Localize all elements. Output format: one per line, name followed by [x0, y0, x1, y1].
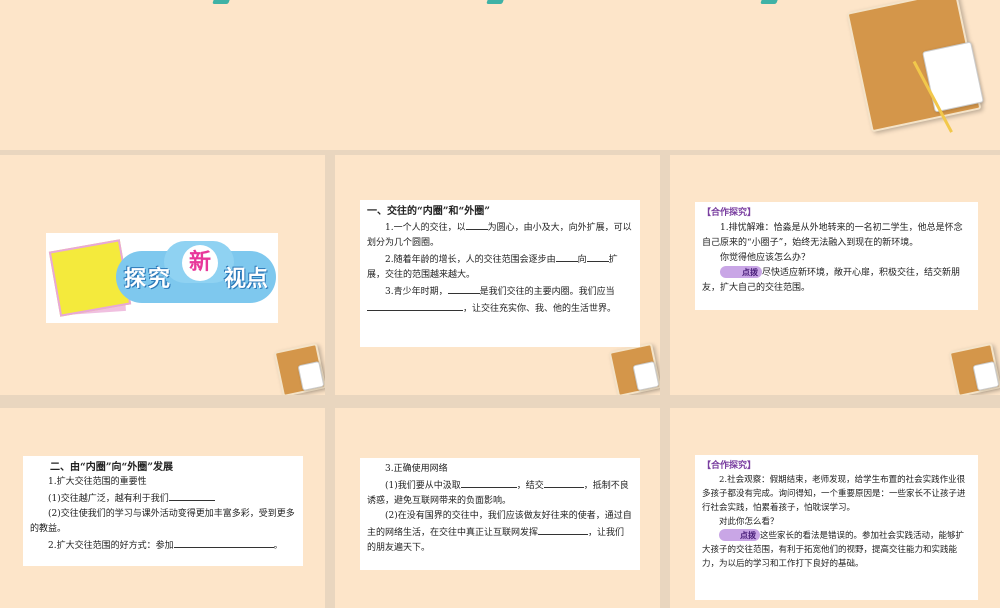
paragraph: 1.排忧解难：恰淼是从外地转来的一名初二学生，他总是怀念自己原来的“小圈子”，始… — [702, 223, 963, 248]
slide-large-preview[interactable] — [0, 0, 1000, 150]
paragraph: (1)我们要从中汲取 ，结交 ，抵制不良诱惑，避免互联网带来的负面影响。 — [367, 477, 633, 509]
section-heading: 一、交往的“内圈”和“外圈” — [367, 206, 491, 217]
slide-6-content: 【合作探究】 2.社会观察：假期结束，老师发现，给学生布置的社会实践作业很多孩子… — [695, 455, 978, 600]
question: 你觉得他应该怎么办？ — [720, 253, 811, 263]
paragraph: 2.社会观察：假期结束，老师发现，给学生布置的社会实践作业很多孩子都没有完成。询… — [702, 475, 966, 513]
cooperation-tag: 【合作探究】 — [702, 208, 757, 218]
paragraph: 2.随着年龄的增长，人的交往范围会逐步由向扩展，交往的范围越来越大。 — [367, 251, 633, 283]
banner-title: 探究 — [124, 267, 173, 292]
question: 对此你怎么看？ — [719, 517, 779, 527]
paragraph: (2)交往使我们的学习与课外活动变得更加丰富多彩，受到更多的教益。 — [30, 509, 295, 534]
banner-suffix: 视点 — [224, 267, 269, 292]
teal-accent-shape — [486, 0, 506, 4]
paragraph: (2)在没有国界的交往中，我们应该做友好往来的使者，通过自主的网络生活，在交往中… — [367, 511, 632, 553]
paragraph: (1)交往越广泛，越有利于我们 — [30, 490, 296, 507]
hint-badge: 点拨 — [719, 529, 760, 541]
cooperation-tag: 【合作探究】 — [702, 461, 757, 471]
notebook-decoration — [840, 0, 1000, 150]
teal-accent-shape — [760, 0, 780, 4]
banner-new-badge: 新 — [182, 245, 218, 281]
teal-accent-shape — [212, 0, 232, 4]
paragraph: 1.扩大交往范围的重要性 — [48, 477, 147, 487]
paragraph: 2.扩大交往范围的好方式：参加。 — [30, 537, 296, 554]
slide-2-content: 一、交往的“内圈”和“外圈” 1.一个人的交往，以 为圆心，由小及大，向外扩展，可… — [360, 200, 640, 347]
notebook-decoration — [270, 333, 325, 395]
slide-5-content: 3.正确使用网络 (1)我们要从中汲取 ，结交 ，抵制不良诱惑，避免互联网带来的负面… — [360, 458, 640, 570]
notebook-decoration — [945, 333, 1000, 395]
paragraph: 3.青少年时期， 是我们交往的主要内圈。我们应当，让交往充实你、我、他的生活世界。 — [367, 283, 633, 317]
section-heading: 二、由“内圈”向“外圈”发展 — [50, 462, 174, 473]
paragraph: 1.一个人的交往，以 为圆心，由小及大，向外扩展，可以划分为几个圆圈。 — [367, 219, 633, 251]
answer: 点拨 尽快适应新环境，敞开心扉，积极交往，结交新朋友，扩大自己的交往范围。 — [702, 266, 961, 293]
explore-new-viewpoint-banner: 探究 新 视点 — [46, 233, 278, 323]
answer: 点拨 这些家长的看法是错误的。参加社会实践活动，能够扩大孩子的交往范围，有利于拓宽… — [702, 529, 965, 569]
hint-badge: 点拨 — [720, 266, 762, 278]
slide-3-content: 【合作探究】 1.排忧解难：恰淼是从外地转来的一名初二学生，他总是怀念自己原来的… — [695, 202, 978, 310]
section-heading: 3.正确使用网络 — [385, 464, 448, 474]
slide-4-content: 二、由“内圈”向“外圈”发展 1.扩大交往范围的重要性 (1)交往越广泛，越有利… — [23, 456, 303, 566]
